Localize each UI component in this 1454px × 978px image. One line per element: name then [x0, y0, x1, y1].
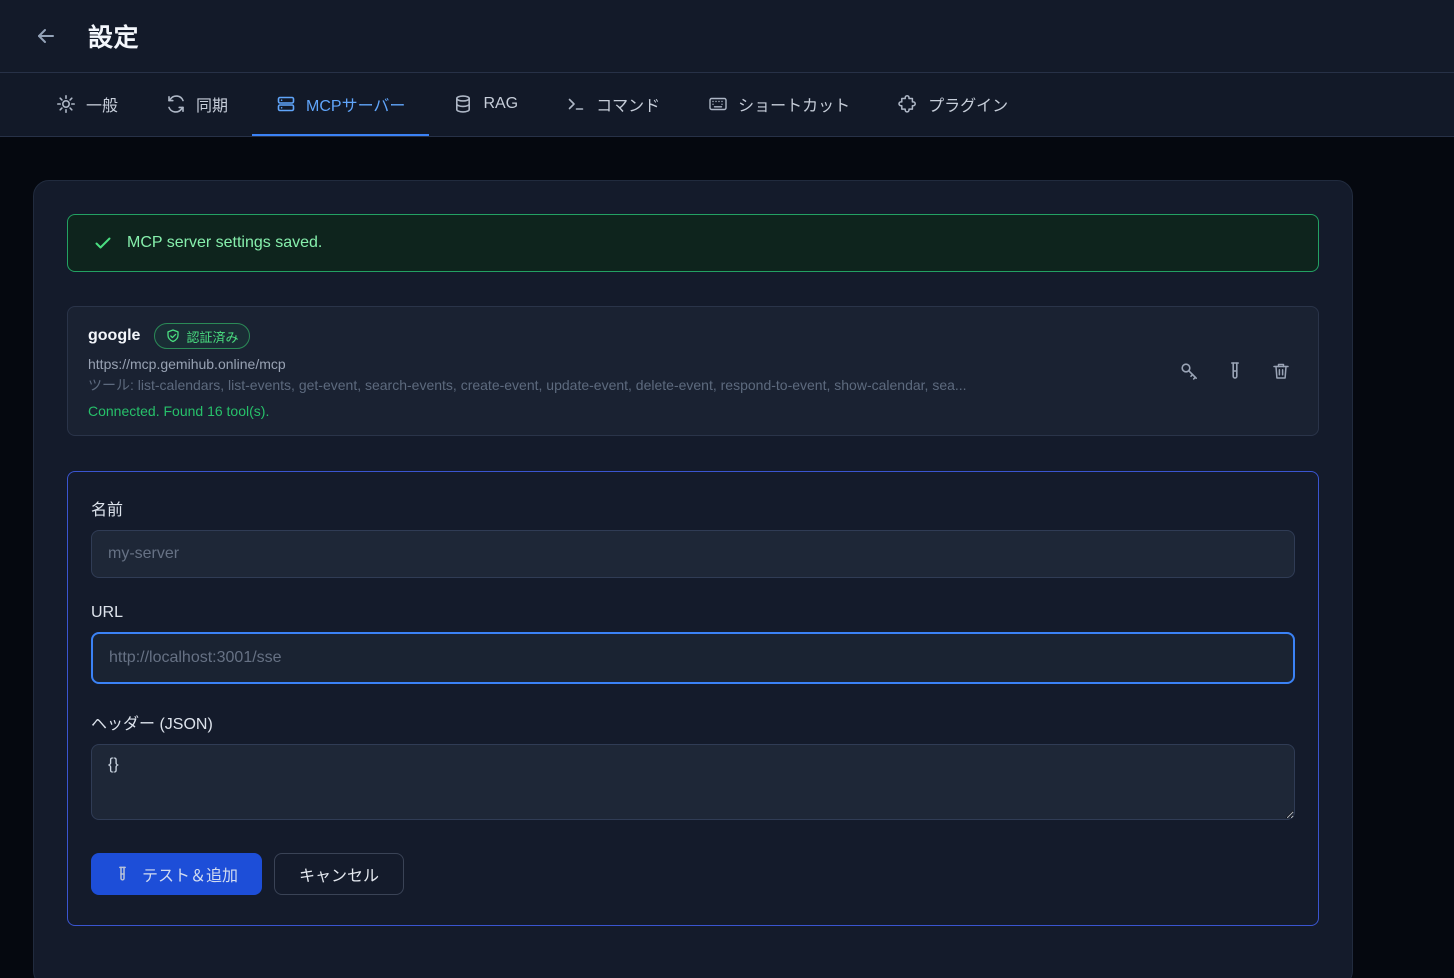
test-and-add-label: テスト＆追加 — [142, 862, 238, 886]
headers-json-textarea[interactable]: {} — [91, 744, 1295, 820]
test-server-button[interactable] — [1224, 360, 1246, 382]
tab-label: MCPサーバー — [306, 92, 405, 116]
tab-label: コマンド — [596, 92, 660, 116]
delete-server-button[interactable] — [1270, 360, 1292, 382]
tab-rag[interactable]: RAG — [429, 73, 542, 136]
success-banner: MCP server settings saved. — [67, 214, 1319, 272]
add-server-form: 名前 URL ヘッダー (JSON) {} — [67, 471, 1319, 926]
server-icon — [276, 94, 296, 114]
tab-label: ショートカット — [738, 92, 850, 116]
tab-general[interactable]: 一般 — [32, 73, 142, 136]
back-button[interactable] — [32, 22, 60, 50]
server-card: google 認証済み https://mcp.gemihub.online/m… — [67, 306, 1319, 436]
auth-key-button[interactable] — [1178, 360, 1200, 382]
headers-label: ヘッダー (JSON) — [91, 710, 1295, 734]
test-tube-icon — [115, 865, 130, 883]
settings-content: MCP server settings saved. google 認証済み — [0, 137, 1454, 978]
tab-label: 同期 — [196, 92, 228, 116]
success-message: MCP server settings saved. — [127, 234, 322, 252]
server-url: https://mcp.gemihub.online/mcp — [88, 354, 967, 375]
settings-tab-bar: 一般 同期 MCPサーバー RAG — [0, 73, 1454, 137]
server-status: Connected. Found 16 tool(s). — [88, 403, 967, 419]
tab-mcp-servers[interactable]: MCPサーバー — [252, 73, 429, 136]
auth-badge: 認証済み — [154, 323, 250, 349]
test-and-add-button[interactable]: テスト＆追加 — [91, 853, 262, 895]
database-icon — [453, 94, 473, 114]
server-name-input[interactable] — [91, 530, 1295, 578]
server-info: google 認証済み https://mcp.gemihub.online/m… — [88, 323, 967, 419]
check-icon — [93, 233, 113, 253]
server-name: google — [88, 327, 140, 345]
arrow-left-icon — [34, 24, 58, 48]
tab-plugins[interactable]: プラグイン — [874, 73, 1032, 136]
cancel-button[interactable]: キャンセル — [274, 853, 404, 895]
app-header: 設定 — [0, 0, 1454, 73]
puzzle-icon — [898, 94, 918, 114]
tab-label: RAG — [483, 95, 518, 113]
gear-icon — [56, 94, 76, 114]
mcp-settings-card: MCP server settings saved. google 認証済み — [33, 180, 1353, 978]
page-title: 設定 — [88, 18, 139, 54]
auth-badge-label: 認証済み — [186, 327, 238, 346]
tab-sync[interactable]: 同期 — [142, 73, 252, 136]
name-label: 名前 — [91, 496, 1295, 520]
sync-icon — [166, 94, 186, 114]
tab-label: 一般 — [86, 92, 118, 116]
test-tube-icon — [1226, 361, 1244, 381]
url-label: URL — [91, 604, 1295, 622]
terminal-icon — [566, 94, 586, 114]
server-tools-list: ツール: list-calendars, list-events, get-ev… — [88, 375, 967, 396]
key-icon — [1179, 361, 1200, 382]
keyboard-icon — [708, 94, 728, 114]
trash-icon — [1271, 361, 1291, 381]
tab-commands[interactable]: コマンド — [542, 73, 684, 136]
server-actions — [1178, 323, 1298, 419]
tab-shortcuts[interactable]: ショートカット — [684, 73, 874, 136]
shield-check-icon — [166, 329, 180, 343]
tab-label: プラグイン — [928, 92, 1008, 116]
server-url-input[interactable] — [91, 632, 1295, 684]
